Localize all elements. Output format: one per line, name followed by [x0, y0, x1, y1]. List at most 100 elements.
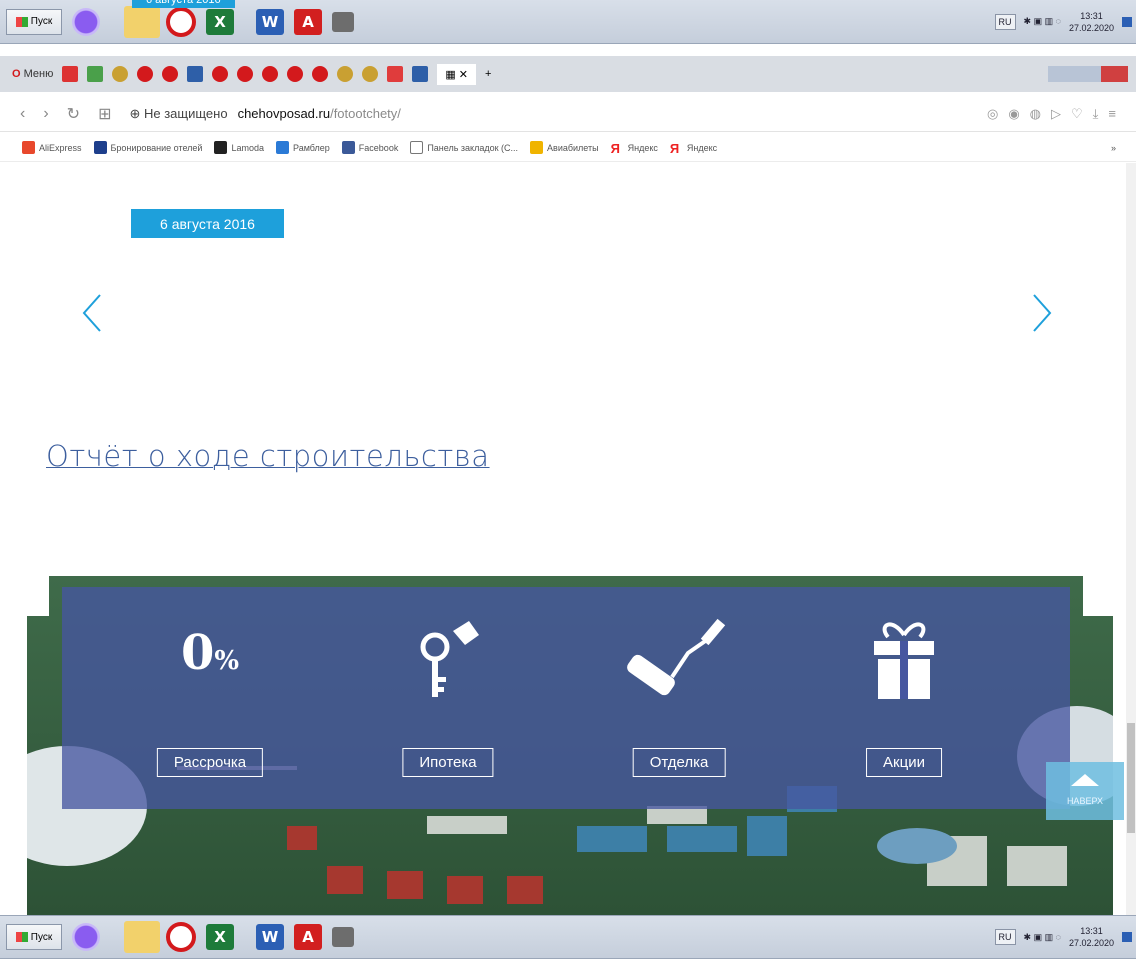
clock-time: 13:31 [1080, 926, 1103, 936]
tab-icon[interactable] [312, 66, 329, 82]
scrollbar-thumb[interactable] [1127, 723, 1135, 833]
mortgage-feature[interactable]: Ипотека [368, 587, 528, 809]
tab-icon[interactable] [287, 66, 304, 82]
folder-icon[interactable] [124, 921, 160, 953]
construction-report-link[interactable]: Отчёт о ходе строительства [46, 439, 490, 473]
opera-icon[interactable] [166, 922, 196, 952]
windows-flag-icon [15, 16, 28, 27]
page-scrollbar[interactable] [1126, 163, 1136, 915]
browser-tab-bar: O Меню ▦ ✕ + [0, 56, 1136, 92]
aliexpress-icon [22, 141, 35, 154]
forward-arrow-icon[interactable]: › [43, 105, 48, 123]
menu-label: Меню [23, 68, 54, 80]
word-icon[interactable]: W [256, 924, 284, 950]
tab-icon[interactable] [237, 66, 254, 82]
prev-arrow-icon[interactable] [78, 291, 108, 335]
bookmarks-more[interactable]: » [1111, 143, 1116, 153]
new-tab-button[interactable]: + [485, 68, 491, 80]
reload-icon[interactable]: ↻ [67, 104, 80, 124]
tab-icon[interactable] [187, 66, 204, 82]
tab-icon[interactable] [162, 66, 179, 82]
bookmarks-bar: AliExpress Бронирование отелей Lamoda Ра… [0, 134, 1136, 162]
bookmark-booking[interactable]: Бронирование отелей [93, 141, 203, 154]
tab-icon[interactable] [112, 66, 129, 82]
percent-text: % [214, 646, 240, 676]
acrobat-icon[interactable]: A [294, 924, 322, 950]
tab-icon[interactable] [362, 66, 379, 82]
promotions-button[interactable]: Акции [866, 748, 942, 777]
bookmark-label: Яндекс [627, 142, 658, 153]
up-arrow-icon [1071, 774, 1099, 786]
clock-time: 13:31 [1080, 10, 1103, 21]
bookmark-yandex[interactable]: Я Яндекс [610, 141, 658, 156]
word-icon[interactable]: W [256, 8, 284, 35]
speed-dial-icon[interactable]: ⊞ [98, 104, 111, 124]
zero-percent-icon: 0% [181, 625, 239, 681]
tab-icon[interactable] [87, 66, 104, 82]
lamoda-icon [214, 141, 228, 154]
bookmark-lamoda[interactable]: Lamoda [214, 141, 264, 154]
alice-icon[interactable] [72, 7, 100, 36]
printer-icon[interactable] [332, 927, 354, 947]
page-content: 6 августа 2016 Отчёт о ходе строительств… [0, 163, 1126, 915]
tab-icon[interactable] [62, 66, 79, 82]
tab-icon[interactable] [137, 66, 154, 82]
language-indicator[interactable]: RU [994, 929, 1016, 945]
bookmark-rambler[interactable]: Рамблер [275, 141, 330, 154]
excel-icon[interactable]: X [206, 924, 234, 950]
window-controls[interactable] [1048, 66, 1128, 82]
show-desktop-icon[interactable] [1122, 16, 1132, 27]
active-tab[interactable]: ▦ ✕ [437, 63, 477, 85]
finishing-feature[interactable]: Отделка [599, 587, 759, 809]
yandex-icon: Я [610, 141, 624, 156]
address-bar: ‹ › ↻ ⊞ ⊕ Не защищено chehovposad.ru/fot… [0, 96, 1136, 132]
bookmark-folder[interactable]: Панель закладок (С... [410, 141, 518, 154]
bookmark-label: AliExpress [39, 142, 82, 153]
bookmark-yandex[interactable]: Я Яндекс [669, 141, 717, 156]
bookmark-facebook[interactable]: Facebook [341, 141, 398, 154]
printer-icon[interactable] [332, 11, 354, 32]
mortgage-button[interactable]: Ипотека [402, 748, 494, 777]
bookmark-label: Бронирование отелей [110, 142, 203, 153]
security-label[interactable]: Не защищено [144, 106, 228, 121]
clock[interactable]: 13:31 27.02.2020 [1069, 925, 1114, 949]
taskbar-bottom: Пуск X W A RU ✱ ▣ ▥ ◌ 13:31 27.02.2020 [0, 915, 1136, 959]
acrobat-icon[interactable]: A [294, 8, 322, 35]
rambler-icon [275, 141, 289, 154]
bookmark-aliexpress[interactable]: AliExpress [22, 141, 82, 154]
tray-icons: ✱ ▣ ▥ ◌ [1023, 16, 1061, 26]
folder-outline-icon [410, 141, 424, 154]
scroll-to-top-button[interactable]: НАВЕРХ [1046, 762, 1124, 820]
opera-menu-button[interactable]: O Меню [12, 68, 53, 80]
installment-feature[interactable]: 0% Рассрочка [130, 587, 290, 809]
bookmark-avia[interactable]: Авиабилеты [530, 141, 599, 154]
next-arrow-icon[interactable] [1026, 291, 1056, 335]
start-button[interactable]: Пуск [6, 924, 62, 950]
tray-icons: ✱ ▣ ▥ ◌ [1023, 931, 1061, 942]
tab-icon[interactable] [337, 66, 354, 82]
tab-icon[interactable] [387, 66, 404, 82]
clock[interactable]: 13:31 27.02.2020 [1069, 10, 1114, 34]
show-desktop-icon[interactable] [1122, 932, 1132, 942]
installment-button[interactable]: Рассрочка [156, 748, 264, 777]
system-tray: RU ✱ ▣ ▥ ◌ 13:31 27.02.2020 [994, 925, 1136, 949]
windows-flag-icon [15, 932, 28, 942]
clock-date: 27.02.2020 [1068, 938, 1114, 948]
gift-icon [874, 622, 934, 699]
back-arrow-icon[interactable]: ‹ [20, 105, 25, 123]
alice-icon[interactable] [72, 923, 100, 951]
finishing-button[interactable]: Отделка [632, 748, 726, 777]
folder-icon[interactable] [124, 5, 160, 38]
tab-icon[interactable] [212, 66, 229, 82]
excel-icon[interactable]: X [206, 8, 234, 35]
promotions-feature[interactable]: Акции [824, 587, 984, 809]
tab-icon[interactable] [412, 66, 429, 82]
url-domain[interactable]: chehovposad.ru [238, 106, 331, 121]
partial-date-badge: 6 августа 2016 [132, 0, 235, 8]
opera-icon[interactable] [166, 6, 196, 37]
start-button[interactable]: Пуск [6, 8, 62, 35]
language-indicator[interactable]: RU [994, 13, 1016, 30]
browser-tool-icons[interactable]: ◎◉◍▷♡⤓≡ [987, 106, 1136, 122]
url-path[interactable]: /fotootchety/ [330, 106, 401, 121]
tab-icon[interactable] [262, 66, 279, 82]
